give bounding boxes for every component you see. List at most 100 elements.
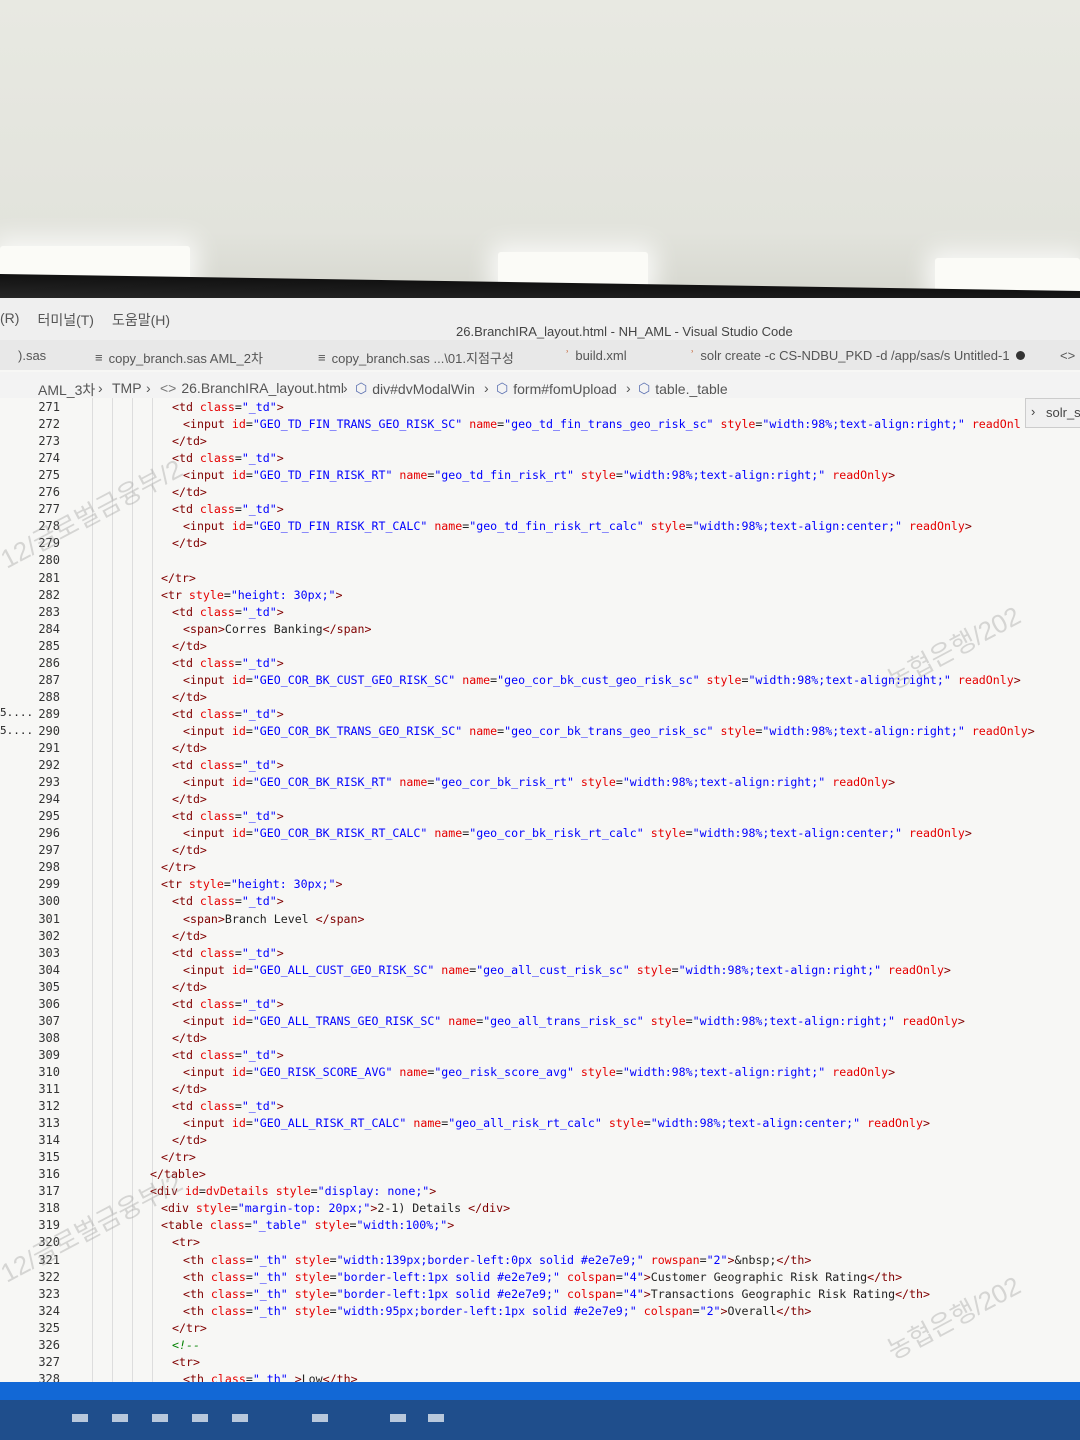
code-line[interactable]: <td class="_td"> — [172, 400, 284, 414]
code-line[interactable]: </td> — [172, 980, 207, 994]
title-bar: (R) 터미널(T) 도움말(H) 26.BranchIRA_layout.ht… — [0, 298, 1080, 340]
code-line[interactable]: </td> — [172, 843, 207, 857]
taskbar-app-icon[interactable] — [192, 1414, 208, 1422]
code-line[interactable]: </td> — [172, 792, 207, 806]
editor-tabs: ).sas ≡ copy_branch.sas AML_2차 ≡ copy_br… — [0, 340, 1080, 370]
breadcrumb-item[interactable]: ⬡ table._table — [638, 380, 728, 397]
tab-untitled-1[interactable]: ʾ solr create -c CS-NDBU_PKD -d /app/sas… — [690, 348, 1025, 363]
code-line[interactable]: <td class="_td"> — [172, 1099, 284, 1113]
code-line[interactable]: <th class="_th" style="border-left:1px s… — [183, 1270, 902, 1284]
taskbar-app-icon[interactable] — [312, 1414, 328, 1422]
breadcrumb-label: form#fomUpload — [513, 380, 617, 397]
code-line[interactable]: </td> — [172, 536, 207, 550]
code-line[interactable]: <td class="_td"> — [172, 656, 284, 670]
code-line[interactable]: <table class="_table" style="width:100%;… — [161, 1218, 454, 1232]
menu-bar: (R) 터미널(T) 도움말(H) — [0, 310, 170, 330]
menu-item-terminal[interactable]: 터미널(T) — [37, 310, 94, 330]
menu-item-run[interactable]: (R) — [0, 310, 19, 330]
chevron-right-icon: › — [626, 380, 631, 396]
taskbar-app-icon[interactable] — [390, 1414, 406, 1422]
code-line[interactable]: </td> — [172, 690, 207, 704]
code-line[interactable]: <input id="GEO_TD_FIN_RISK_RT" name="geo… — [183, 468, 895, 482]
code-line[interactable]: <input id="GEO_COR_BK_RISK_RT_CALC" name… — [183, 826, 972, 840]
indent-guide — [92, 398, 93, 1408]
code-line[interactable]: <span>Branch Level </span> — [183, 912, 365, 926]
code-line[interactable]: <th class="_th" style="width:95px;border… — [183, 1304, 811, 1318]
code-line[interactable]: <td class="_td"> — [172, 707, 284, 721]
code-line[interactable]: </tr> — [161, 571, 196, 585]
taskbar-app-icon[interactable] — [72, 1414, 88, 1422]
window-title: 26.BranchIRA_layout.html - NH_AML - Visu… — [456, 324, 793, 339]
breadcrumb-item[interactable]: <> 26.BranchIRA_layout.html — [160, 380, 344, 396]
breadcrumb-item[interactable]: ⬡ form#fomUpload — [496, 380, 617, 397]
code-line[interactable]: </td> — [172, 741, 207, 755]
code-line[interactable]: <div style="margin-top: 20px;">2-1) Deta… — [161, 1201, 510, 1215]
code-line[interactable]: </tr> — [161, 860, 196, 874]
breadcrumb-label: table._table — [655, 380, 728, 397]
clipped-text: 5.... — [0, 724, 34, 737]
code-editor[interactable]: 271 272 273 274 275 276 277 278 279 280 281 282 283 2… — [0, 398, 1080, 1408]
code-line[interactable]: <td class="_td"> — [172, 605, 284, 619]
breadcrumb-item[interactable]: AML_3차 — [38, 380, 95, 400]
code-line[interactable]: <td class="_td"> — [172, 997, 284, 1011]
code-line[interactable]: <input id="GEO_ALL_CUST_GEO_RISK_SC" nam… — [183, 963, 951, 977]
peek-panel[interactable]: › solr_s — [1025, 398, 1080, 428]
code-line[interactable]: <span>Corres Banking</span> — [183, 622, 372, 636]
clipped-text: 5.... — [0, 706, 34, 719]
code-line[interactable]: <tr style="height: 30px;"> — [161, 588, 343, 602]
code-line[interactable]: <input id="GEO_COR_BK_RISK_RT" name="geo… — [183, 775, 895, 789]
menu-item-help[interactable]: 도움말(H) — [112, 310, 170, 330]
code-line[interactable]: <td class="_td"> — [172, 758, 284, 772]
breadcrumb-item[interactable]: TMP — [112, 380, 142, 396]
code-line[interactable]: <tr style="height: 30px;"> — [161, 877, 343, 891]
tab-sas[interactable]: ).sas — [18, 348, 46, 363]
unsaved-dot-icon — [1015, 351, 1025, 360]
chevron-right-icon: › — [146, 380, 151, 396]
code-line[interactable]: </tr> — [172, 1321, 207, 1335]
code-line[interactable]: </td> — [172, 639, 207, 653]
code-line[interactable]: </td> — [172, 929, 207, 943]
code-icon: <> — [160, 380, 177, 396]
tab-copy-branch-2[interactable]: ≡ copy_branch.sas AML_2차 — [95, 348, 263, 367]
code-line[interactable]: <div id=dvDetails style="display: none;"… — [150, 1184, 436, 1198]
taskbar-app-icon[interactable] — [112, 1414, 128, 1422]
taskbar-app-icon[interactable] — [428, 1414, 444, 1422]
code-line[interactable]: <!-- — [172, 1338, 200, 1352]
code-line[interactable]: <td class="_td"> — [172, 1048, 284, 1062]
code-line[interactable]: <td class="_td"> — [172, 502, 284, 516]
code-line[interactable]: <th class="_th" style="border-left:1px s… — [183, 1287, 930, 1301]
code-line[interactable]: <tr> — [172, 1355, 200, 1369]
breadcrumb-item[interactable]: ⬡ div#dvModalWin — [355, 380, 475, 397]
tab-copy-branch-3[interactable]: ≡ copy_branch.sas ...\01.지점구성 — [318, 348, 514, 367]
code-line[interactable]: <td class="_td"> — [172, 894, 284, 908]
taskbar-app-icon[interactable] — [232, 1414, 248, 1422]
cube-icon: ⬡ — [496, 380, 509, 396]
code-line[interactable]: <td class="_td"> — [172, 946, 284, 960]
code-line[interactable]: <input id="GEO_RISK_SCORE_AVG" name="geo… — [183, 1065, 895, 1079]
split-editor-button[interactable]: <> — [1060, 348, 1075, 363]
code-line[interactable]: </td> — [172, 1031, 207, 1045]
code-line[interactable]: <th class="_th" style="width:139px;borde… — [183, 1253, 811, 1267]
code-line[interactable]: </td> — [172, 1133, 207, 1147]
taskbar-app-icon[interactable] — [152, 1414, 168, 1422]
code-line[interactable]: </td> — [172, 1082, 207, 1096]
code-line[interactable]: </tr> — [161, 1150, 196, 1164]
code-line[interactable]: <td class="_td"> — [172, 809, 284, 823]
breadcrumb-label: div#dvModalWin — [372, 380, 475, 397]
code-line[interactable]: <input id="GEO_TD_FIN_RISK_RT_CALC" name… — [183, 519, 972, 533]
chevron-right-icon: › — [484, 380, 489, 396]
indent-guide — [152, 398, 153, 1408]
tab-label: build.xml — [575, 348, 627, 363]
chevron-right-icon: › — [98, 380, 103, 396]
code-line[interactable]: <input id="GEO_ALL_TRANS_GEO_RISK_SC" na… — [183, 1014, 965, 1028]
code-line[interactable]: <td class="_td"> — [172, 451, 284, 465]
indent-guide — [112, 398, 113, 1408]
code-area[interactable]: <td class="_td"> <input id="GEO_TD_FIN_TR… — [0, 398, 1080, 1408]
code-line[interactable]: <input id="GEO_TD_FIN_TRANS_GEO_RISK_SC"… — [183, 417, 1021, 431]
code-line[interactable]: </td> — [172, 434, 207, 448]
tab-build-xml[interactable]: ʾ build.xml — [565, 348, 627, 363]
code-line[interactable]: <input id="GEO_ALL_RISK_RT_CALC" name="g… — [183, 1116, 930, 1130]
breadcrumb: AML_3차 › TMP › <> 26.BranchIRA_layout.ht… — [0, 372, 1080, 398]
code-line[interactable]: <input id="GEO_COR_BK_TRANS_GEO_RISK_SC"… — [183, 724, 1035, 738]
code-line[interactable]: <tr> — [172, 1235, 200, 1249]
